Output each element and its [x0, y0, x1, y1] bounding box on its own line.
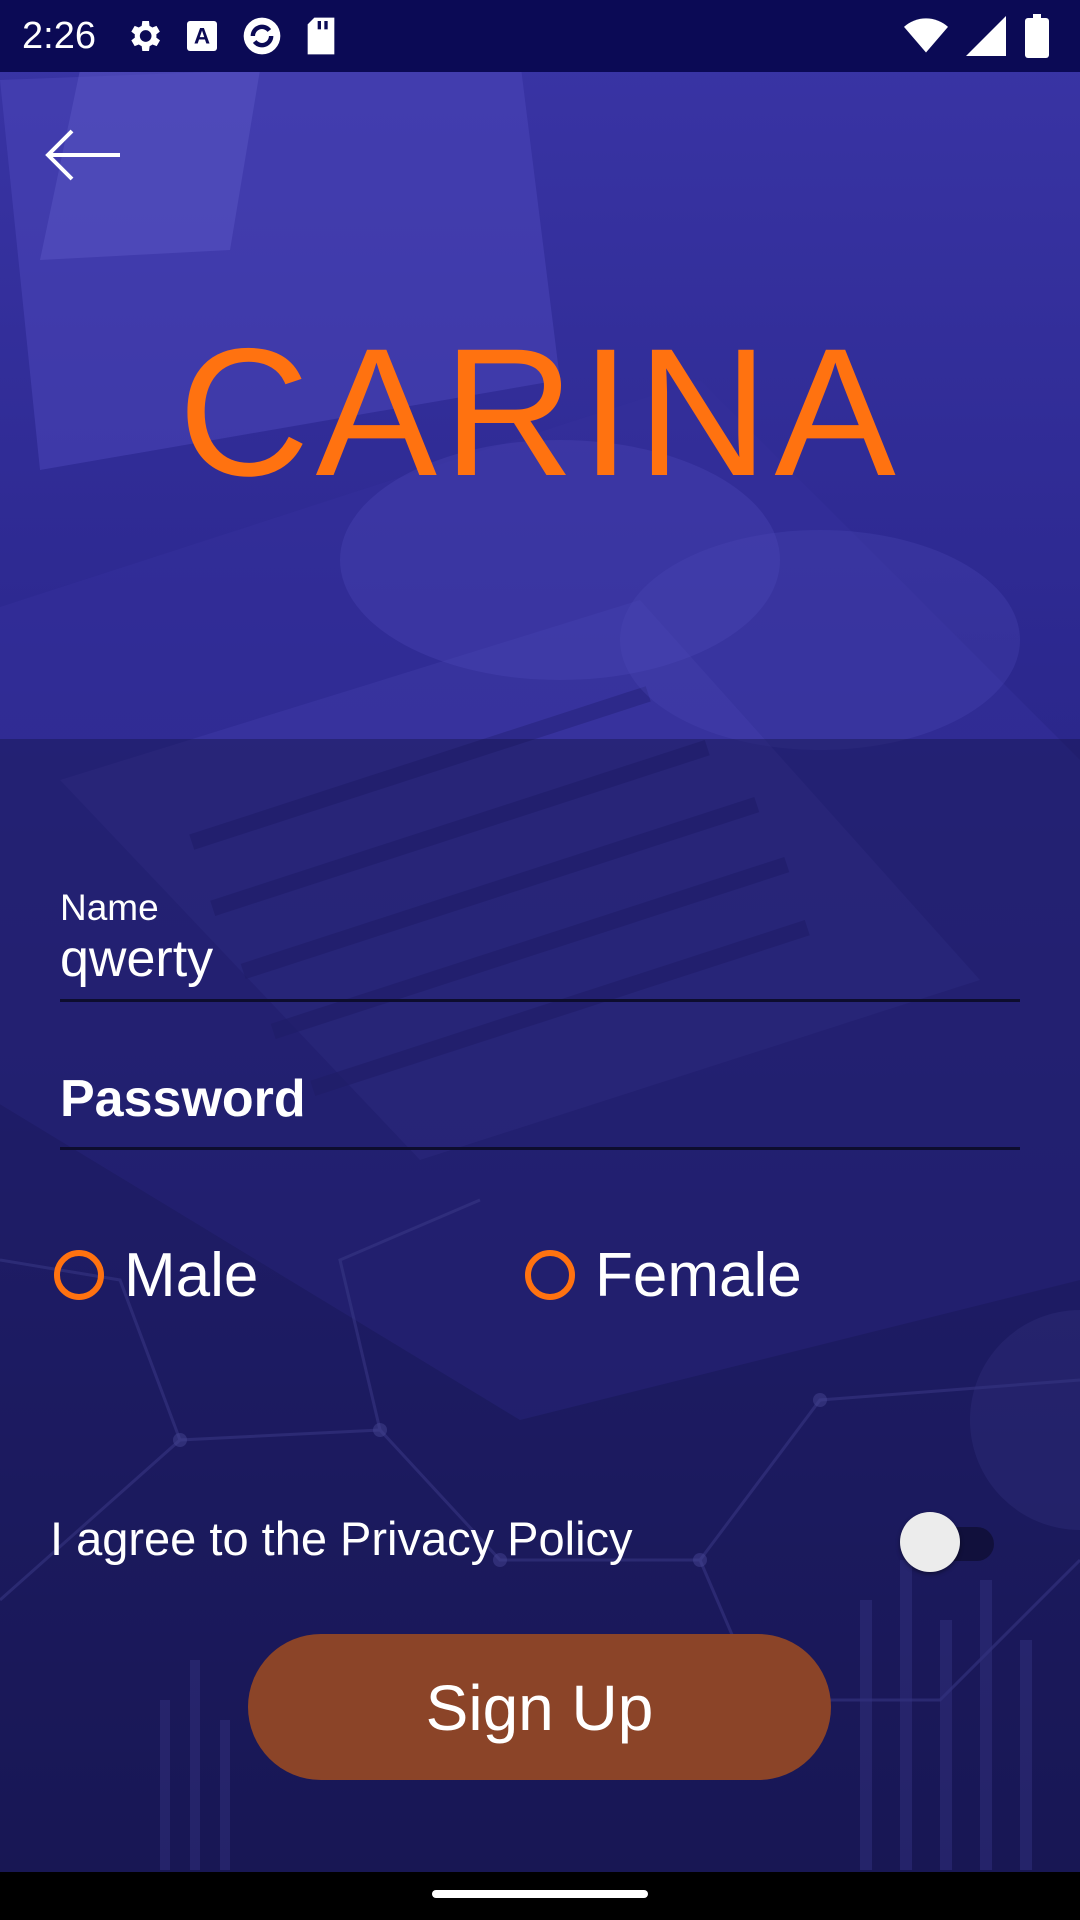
status-time: 2:26	[22, 15, 96, 57]
sign-up-button[interactable]: Sign Up	[248, 1634, 831, 1780]
privacy-policy-row: I agree to the Privacy Policy	[50, 1499, 1010, 1579]
sync-icon	[243, 17, 281, 55]
wifi-icon	[904, 18, 948, 53]
radio-circle-icon	[525, 1250, 575, 1300]
battery-icon	[1025, 14, 1049, 58]
signal-icon	[966, 16, 1006, 56]
signup-form: Name qwerty Password Male Female I agree…	[0, 739, 1080, 1872]
font-a-icon: A	[187, 21, 217, 51]
password-field[interactable]: Password	[60, 739, 1020, 1159]
navigation-bar	[0, 1872, 1080, 1920]
password-field-underline	[60, 1147, 1020, 1150]
status-bar: 2:26 A	[0, 0, 1080, 72]
svg-text:A: A	[194, 24, 210, 49]
privacy-policy-toggle[interactable]	[900, 1512, 995, 1572]
app-logo-text: CARINA	[178, 310, 902, 514]
privacy-policy-label: I agree to the Privacy Policy	[50, 1512, 633, 1565]
signup-screen: 2:26 A CARINA Name qwerty Password Male …	[0, 0, 1080, 1920]
toggle-thumb	[900, 1512, 960, 1572]
sd-card-icon	[307, 17, 335, 55]
home-indicator[interactable]	[432, 1890, 648, 1898]
gender-radio-male-label: Male	[124, 1240, 259, 1310]
settings-icon	[131, 21, 160, 51]
arrow-left-icon	[45, 129, 120, 181]
gender-radio-female[interactable]: Female	[525, 1239, 802, 1311]
status-icons-right	[904, 14, 1050, 58]
status-icons-left: A	[124, 14, 338, 58]
back-button[interactable]	[40, 120, 130, 190]
gender-radio-female-label: Female	[595, 1240, 802, 1310]
gender-radio-male[interactable]: Male	[54, 1239, 258, 1311]
radio-circle-icon	[54, 1250, 104, 1300]
password-field-placeholder: Password	[60, 1070, 306, 1128]
